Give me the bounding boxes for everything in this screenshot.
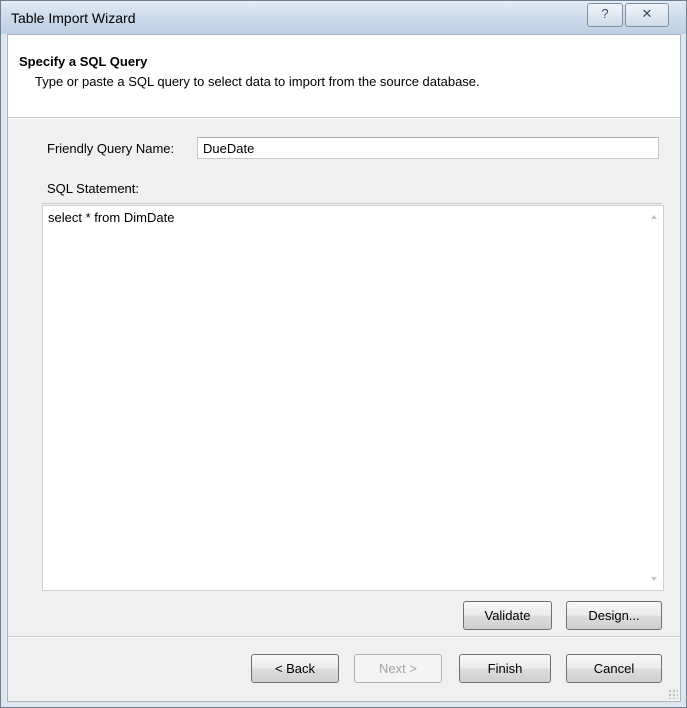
scroll-down-icon[interactable] [651, 577, 657, 581]
next-button: Next > [354, 654, 442, 683]
back-button[interactable]: < Back [251, 654, 339, 683]
footer-divider-highlight [8, 637, 680, 638]
validate-button[interactable]: Validate [463, 601, 552, 630]
page-subtitle: Type or paste a SQL query to select data… [35, 74, 480, 89]
help-button[interactable]: ? [587, 3, 623, 27]
title-bar[interactable]: Table Import Wizard ? ✕ [1, 1, 686, 34]
sql-group-divider [42, 203, 662, 204]
table-import-wizard-window: Table Import Wizard ? ✕ Specify a SQL Qu… [0, 0, 687, 708]
sql-statement-text[interactable]: select * from DimDate [48, 210, 174, 225]
close-button[interactable]: ✕ [625, 3, 669, 27]
resize-grip-icon[interactable] [668, 689, 678, 699]
design-button[interactable]: Design... [566, 601, 662, 630]
close-icon: ✕ [641, 6, 653, 21]
finish-button[interactable]: Finish [459, 654, 551, 683]
friendly-query-name-label: Friendly Query Name: [47, 141, 175, 156]
help-icon: ? [601, 6, 609, 21]
cancel-button[interactable]: Cancel [566, 654, 662, 683]
sql-statement-editor[interactable]: select * from DimDate [42, 205, 664, 591]
scroll-up-icon[interactable] [651, 215, 657, 219]
page-title: Specify a SQL Query [19, 54, 148, 69]
wizard-header: Specify a SQL Query Type or paste a SQL … [8, 35, 680, 118]
vertical-scrollbar[interactable] [646, 206, 663, 590]
window-title: Table Import Wizard [11, 10, 136, 26]
wizard-body: Specify a SQL Query Type or paste a SQL … [7, 34, 681, 702]
sql-statement-label: SQL Statement: [47, 181, 140, 196]
header-divider [8, 118, 680, 119]
friendly-query-name-input[interactable] [197, 137, 659, 159]
